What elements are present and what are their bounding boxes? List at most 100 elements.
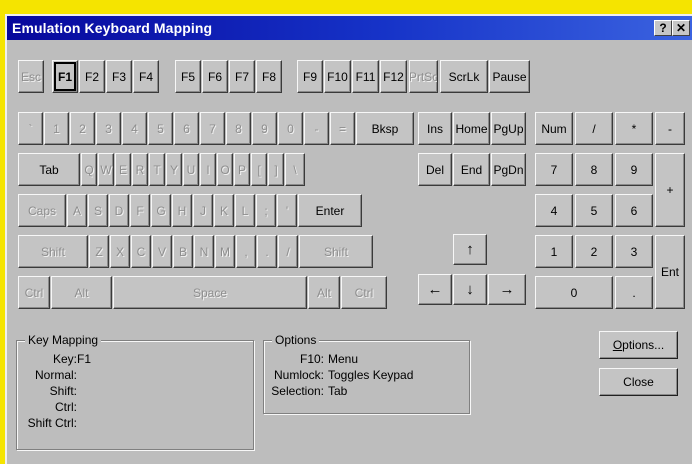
key-scrlk[interactable]: ScrLk (440, 60, 488, 93)
numpad-key-ent[interactable]: Ent (655, 235, 685, 309)
key-tab[interactable]: Tab (18, 153, 80, 186)
key-f5[interactable]: F5 (175, 60, 201, 93)
key-rbracket[interactable]: ] (268, 153, 284, 186)
key-v[interactable]: V (152, 235, 172, 268)
key-3[interactable]: 3 (96, 112, 121, 145)
key-ins[interactable]: Ins (418, 112, 452, 145)
key-f3[interactable]: F3 (106, 60, 132, 93)
key-alt[interactable]: Alt (51, 276, 112, 309)
numpad-key-9[interactable]: 9 (615, 153, 653, 186)
key-f12[interactable]: F12 (380, 60, 407, 93)
key-f7[interactable]: F7 (229, 60, 255, 93)
key-down-arrow[interactable]: ↓ (453, 274, 487, 305)
key-semicolon[interactable]: ; (256, 194, 276, 227)
key-bksp[interactable]: Bksp (356, 112, 414, 145)
key-equals[interactable]: = (330, 112, 355, 145)
key-alt[interactable]: Alt (308, 276, 340, 309)
options-button[interactable]: Options... (599, 331, 678, 359)
key-f6[interactable]: F6 (202, 60, 228, 93)
key-2[interactable]: 2 (70, 112, 95, 145)
key-x[interactable]: X (110, 235, 130, 268)
key-backtick[interactable]: ` (18, 112, 43, 145)
key-prtsc[interactable]: PrtSc (409, 60, 438, 93)
numpad-key-7[interactable]: 7 (535, 153, 573, 186)
key-pgup[interactable]: PgUp (491, 112, 526, 145)
key-6[interactable]: 6 (174, 112, 199, 145)
key-period[interactable]: . (257, 235, 277, 268)
key-c[interactable]: C (131, 235, 151, 268)
key-r[interactable]: R (132, 153, 148, 186)
key-i[interactable]: I (200, 153, 216, 186)
key-del[interactable]: Del (418, 153, 452, 186)
key-z[interactable]: Z (89, 235, 109, 268)
key-n[interactable]: N (194, 235, 214, 268)
numpad-key-period[interactable]: . (615, 276, 653, 309)
title-bar[interactable]: Emulation Keyboard Mapping ? ✕ (7, 16, 692, 40)
key-esc[interactable]: Esc (18, 60, 44, 93)
key-f11[interactable]: F11 (352, 60, 379, 93)
key-f2[interactable]: F2 (79, 60, 105, 93)
key-t[interactable]: T (149, 153, 165, 186)
key-comma[interactable]: , (236, 235, 256, 268)
key-a[interactable]: A (67, 194, 87, 227)
numpad-key-minus[interactable]: - (655, 112, 685, 145)
key-d[interactable]: D (109, 194, 129, 227)
key-f10[interactable]: F10 (324, 60, 351, 93)
key-pgdn[interactable]: PgDn (491, 153, 526, 186)
numpad-key-5[interactable]: 5 (575, 194, 613, 227)
numpad-key-slash[interactable]: / (575, 112, 613, 145)
key-shift[interactable]: Shift (18, 235, 88, 268)
key-up-arrow[interactable]: ↑ (453, 234, 487, 265)
key-h[interactable]: H (172, 194, 192, 227)
key-o[interactable]: O (217, 153, 233, 186)
key-s[interactable]: S (88, 194, 108, 227)
key-l[interactable]: L (235, 194, 255, 227)
close-window-button[interactable]: ✕ (672, 20, 690, 36)
numpad-key-2[interactable]: 2 (575, 235, 613, 268)
key-j[interactable]: J (193, 194, 213, 227)
key-quote[interactable]: ' (277, 194, 297, 227)
key-pause[interactable]: Pause (489, 60, 530, 93)
key-e[interactable]: E (115, 153, 131, 186)
key-7[interactable]: 7 (200, 112, 225, 145)
key-space[interactable]: Space (113, 276, 307, 309)
numpad-key-0[interactable]: 0 (535, 276, 613, 309)
key-b[interactable]: B (173, 235, 193, 268)
key-w[interactable]: W (98, 153, 114, 186)
key-slash[interactable]: / (278, 235, 298, 268)
key-ctrl[interactable]: Ctrl (341, 276, 387, 309)
key-ctrl[interactable]: Ctrl (18, 276, 50, 309)
key-f4[interactable]: F4 (133, 60, 159, 93)
key-left-arrow[interactable]: ← (418, 274, 452, 305)
key-f[interactable]: F (130, 194, 150, 227)
numpad-key-4[interactable]: 4 (535, 194, 573, 227)
key-right-arrow[interactable]: → (488, 274, 526, 305)
numpad-key-8[interactable]: 8 (575, 153, 613, 186)
help-button[interactable]: ? (654, 20, 672, 36)
close-button[interactable]: Close (599, 368, 678, 396)
numpad-key-plus[interactable]: + (655, 153, 685, 227)
key-5[interactable]: 5 (148, 112, 173, 145)
key-p[interactable]: P (234, 153, 250, 186)
key-caps[interactable]: Caps (18, 194, 66, 227)
key-4[interactable]: 4 (122, 112, 147, 145)
key-0[interactable]: 0 (278, 112, 303, 145)
key-g[interactable]: G (151, 194, 171, 227)
key-f9[interactable]: F9 (297, 60, 323, 93)
key-y[interactable]: Y (166, 153, 182, 186)
key-8[interactable]: 8 (226, 112, 251, 145)
key-backslash[interactable]: \ (285, 153, 305, 186)
key-minus[interactable]: - (304, 112, 329, 145)
key-k[interactable]: K (214, 194, 234, 227)
numpad-key-num[interactable]: Num (535, 112, 573, 145)
key-m[interactable]: M (215, 235, 235, 268)
key-lbracket[interactable]: [ (251, 153, 267, 186)
numpad-key-6[interactable]: 6 (615, 194, 653, 227)
numpad-key-asterisk[interactable]: * (615, 112, 653, 145)
key-home[interactable]: Home (453, 112, 490, 145)
key-shift[interactable]: Shift (299, 235, 373, 268)
key-1[interactable]: 1 (44, 112, 69, 145)
key-u[interactable]: U (183, 153, 199, 186)
key-q[interactable]: Q (81, 153, 97, 186)
numpad-key-1[interactable]: 1 (535, 235, 573, 268)
